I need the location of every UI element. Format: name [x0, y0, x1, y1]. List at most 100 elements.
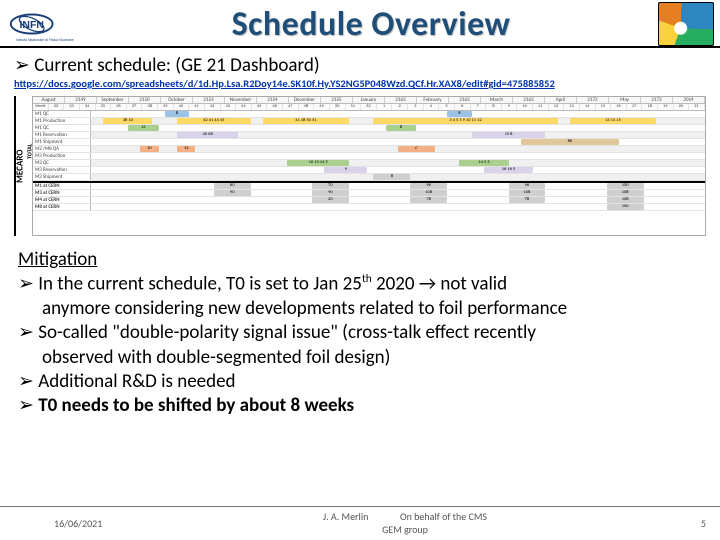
- total-chip: 108: [607, 190, 644, 196]
- footer-date: 16/06/2021: [14, 517, 134, 530]
- month-cell: 2154: [257, 97, 289, 103]
- total-chip: 108: [607, 197, 644, 203]
- week-cell: 1: [377, 104, 393, 110]
- week-cell: 38: [142, 104, 158, 110]
- total-row: M8 at CERN100: [33, 204, 705, 211]
- week-cell: Week: [33, 104, 49, 110]
- gantt-side-label: MECARO TOTAL: [14, 96, 32, 236]
- total-chip: 96: [509, 183, 546, 189]
- gantt-bar: 10 13 14 5: [287, 160, 348, 166]
- week-cell: 46: [267, 104, 283, 110]
- gantt-row: M3 Shipment8: [33, 174, 705, 181]
- total-chip: 78: [509, 197, 546, 203]
- month-cell: 2163: [513, 97, 545, 103]
- week-cell: 8: [486, 104, 502, 110]
- gantt-row: M1 Shipment86: [33, 139, 705, 146]
- week-cell: 18: [642, 104, 658, 110]
- week-cell: 21: [689, 104, 705, 110]
- week-cell: 47: [283, 104, 299, 110]
- bullet-arrow-icon: ➢: [18, 371, 34, 392]
- week-cell: 17: [627, 104, 643, 110]
- bullet-arrow-icon: ➢: [18, 274, 34, 295]
- total-chip: 78: [410, 197, 447, 203]
- slide-header: INFN Istituto Nazionale di Fisica Nuclea…: [0, 0, 720, 48]
- row-label: M3 Reservation: [33, 167, 91, 173]
- total-row: M3 at CERN9090108108108: [33, 190, 705, 197]
- week-cell: 13: [564, 104, 580, 110]
- total-chip: 90: [312, 190, 349, 196]
- week-cell: 10: [517, 104, 533, 110]
- month-cell: August: [33, 97, 65, 103]
- gantt-row: M1 Reservation40 6815 8: [33, 132, 705, 139]
- gantt-row: M3 QC 10 13 14 5 14 5 3: [33, 160, 705, 167]
- row-label: M1 QC: [33, 125, 91, 131]
- total-chip: 20: [312, 197, 349, 203]
- gantt-bar: 13: [128, 125, 159, 131]
- week-cell: 15: [596, 104, 612, 110]
- total-chip: 70: [312, 183, 349, 189]
- month-cell: 2153: [193, 97, 225, 103]
- page-number: 5: [676, 517, 706, 530]
- week-cell: 3: [408, 104, 424, 110]
- gantt-bar: 40 68: [177, 132, 238, 138]
- month-cell: January: [353, 97, 385, 103]
- bullet-arrow-icon: ➢: [18, 322, 34, 343]
- month-cell: April: [545, 97, 577, 103]
- month-cell: September: [97, 97, 129, 103]
- month-cell: 2173: [641, 97, 673, 103]
- gantt-bar: 9: [324, 167, 367, 173]
- gantt-bar: 16 16 5: [484, 167, 533, 173]
- week-cell: 42: [205, 104, 221, 110]
- slide-footer: 16/06/2021 J. A. Merlin On behalf of the…: [0, 506, 720, 536]
- month-cell: February: [417, 97, 449, 103]
- mitigation-bullet-1: ➢ In the current schedule, T0 is set to …: [18, 272, 702, 297]
- gantt-bar: 14 5 3: [459, 160, 508, 166]
- total-chip: 60: [214, 183, 251, 189]
- week-cell: 9: [502, 104, 518, 110]
- total-chip: 96: [410, 183, 447, 189]
- gantt-bar: 3 4 5 5 9 10 11 12: [373, 118, 557, 124]
- gantt-row: M3 Production: [33, 153, 705, 160]
- week-cell: 4: [424, 104, 440, 110]
- week-cell: 16: [611, 104, 627, 110]
- week-cell: 33: [64, 104, 80, 110]
- total-row: M1 at CERN60709696150: [33, 183, 705, 190]
- gantt-bar: C: [398, 146, 435, 152]
- mitigation-bullet-2-cont: observed with double-segmented foil desi…: [42, 346, 702, 370]
- month-cell: March: [481, 97, 513, 103]
- gantt-bar: 13 14 15: [570, 118, 656, 124]
- row-label: M1 QC: [33, 111, 91, 117]
- footer-center: J. A. Merlin On behalf of the CMS GEM gr…: [134, 510, 676, 536]
- mitigation-bullet-2: ➢ So-called "double-polarity signal issu…: [18, 321, 702, 345]
- mitigation-section: Mitigation ➢ In the current schedule, T0…: [0, 242, 720, 419]
- week-cell: 36: [111, 104, 127, 110]
- svg-text:INFN: INFN: [20, 20, 44, 31]
- total-chip: 108: [509, 190, 546, 196]
- week-cell: 43: [221, 104, 237, 110]
- gantt-row: M1 QC138: [33, 125, 705, 132]
- week-cell: 41: [189, 104, 205, 110]
- gantt-row: M3 Reservation 9 16 16 5: [33, 167, 705, 174]
- total-chip: 150: [607, 183, 644, 189]
- month-cell: 2163: [449, 97, 481, 103]
- week-cell: 44: [236, 104, 252, 110]
- week-cell: 2: [392, 104, 408, 110]
- total-chip: 100: [607, 204, 644, 210]
- week-cell: 11: [533, 104, 549, 110]
- arrow-right-icon: →: [419, 273, 436, 296]
- gantt-row: M1 QC88: [33, 111, 705, 118]
- cms-logo: [658, 2, 714, 46]
- week-cell: 52: [361, 104, 377, 110]
- month-cell: November: [225, 97, 257, 103]
- week-cell: 34: [80, 104, 96, 110]
- week-cell: 49: [314, 104, 330, 110]
- dashboard-link[interactable]: https://docs.google.com/spreadsheets/d/1…: [0, 77, 720, 94]
- week-cell: 40: [174, 104, 190, 110]
- total-chip: 108: [410, 190, 447, 196]
- gantt-bar: 86: [521, 139, 619, 145]
- week-cell: 5: [439, 104, 455, 110]
- mitigation-bullet-1-cont: anymore considering new developments rel…: [42, 297, 702, 321]
- row-label: M3 QC: [33, 160, 91, 166]
- gantt-grid: August2149September2150October2153Novemb…: [32, 96, 706, 236]
- gantt-bar: 15 8: [472, 132, 546, 138]
